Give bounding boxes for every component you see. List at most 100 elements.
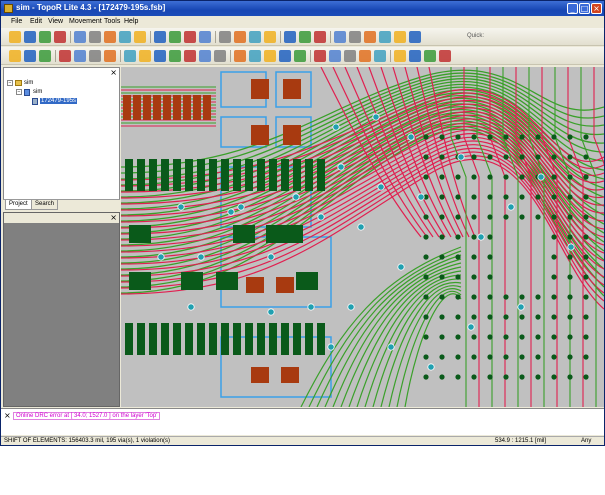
bga-pad xyxy=(519,154,525,160)
drc-icon[interactable] xyxy=(219,31,231,43)
tool10-icon[interactable] xyxy=(154,50,166,62)
tool11-icon[interactable] xyxy=(169,50,181,62)
bga-pad xyxy=(567,194,573,200)
search-icon[interactable] xyxy=(364,31,376,43)
view-icon[interactable] xyxy=(39,31,51,43)
maximize-button[interactable]: □ xyxy=(579,3,590,14)
minimize-button[interactable]: _ xyxy=(567,3,578,14)
tool6-icon[interactable] xyxy=(89,50,101,62)
grid-icon[interactable] xyxy=(374,50,386,62)
bga-pad xyxy=(487,174,493,180)
wire-icon[interactable] xyxy=(249,50,261,62)
tool1-icon[interactable] xyxy=(9,50,21,62)
bga-pad xyxy=(439,354,445,360)
bga-pad xyxy=(503,194,509,200)
tool9-icon[interactable] xyxy=(139,50,151,62)
via xyxy=(347,303,355,311)
bga-pad xyxy=(583,174,589,180)
prev-icon[interactable] xyxy=(89,31,101,43)
via-icon[interactable] xyxy=(264,50,276,62)
verify-icon[interactable] xyxy=(199,31,211,43)
bga-pad xyxy=(471,134,477,140)
move-icon[interactable] xyxy=(294,50,306,62)
via xyxy=(317,213,325,221)
snap-icon[interactable] xyxy=(394,50,406,62)
properties-panel-close-icon[interactable]: × xyxy=(110,213,117,222)
drc-message[interactable]: Online DRC error at [ 34.0; 1527.0 ] on … xyxy=(13,412,161,420)
tool2-icon[interactable] xyxy=(24,50,36,62)
menu-movement[interactable]: Movement xyxy=(69,18,102,25)
edit-toolbar xyxy=(1,47,604,65)
tool12-icon[interactable] xyxy=(184,50,196,62)
rotate-icon[interactable] xyxy=(314,50,326,62)
settings-icon[interactable] xyxy=(74,31,86,43)
pad-green xyxy=(125,323,133,355)
net-icon[interactable] xyxy=(439,50,451,62)
tree-file[interactable]: 172479-195s xyxy=(40,98,78,104)
arc-icon[interactable] xyxy=(249,31,261,43)
toolbar-separator xyxy=(70,31,71,43)
via xyxy=(307,303,315,311)
tool8-icon[interactable] xyxy=(124,50,136,62)
tool13-icon[interactable] xyxy=(199,50,211,62)
route-icon[interactable] xyxy=(279,50,291,62)
bga-pad xyxy=(423,154,429,160)
zoom-icon[interactable] xyxy=(349,31,361,43)
expand-icon[interactable]: − xyxy=(7,80,13,86)
layers-icon[interactable] xyxy=(104,31,116,43)
tool14-icon[interactable] xyxy=(214,50,226,62)
pcb-board-view[interactable] xyxy=(121,67,604,407)
bga-pad xyxy=(423,334,429,340)
menu-help[interactable]: Help xyxy=(124,18,138,25)
align-icon[interactable] xyxy=(344,50,356,62)
check2-icon[interactable] xyxy=(154,31,166,43)
menu-view[interactable]: View xyxy=(48,18,63,25)
tool7-icon[interactable] xyxy=(104,50,116,62)
play-icon[interactable] xyxy=(169,31,181,43)
expand-icon[interactable]: − xyxy=(16,89,22,95)
menu-file[interactable]: File xyxy=(11,18,22,25)
stop-icon[interactable] xyxy=(184,31,196,43)
tool4-icon[interactable] xyxy=(59,50,71,62)
save-icon[interactable] xyxy=(24,31,36,43)
help-icon[interactable] xyxy=(379,31,391,43)
pad-green xyxy=(197,159,205,191)
refresh-icon[interactable] xyxy=(299,31,311,43)
tool3-icon[interactable] xyxy=(39,50,51,62)
menu-tools[interactable]: Tools xyxy=(104,18,120,25)
bga-pad xyxy=(487,254,493,260)
project-panel-close-icon[interactable]: × xyxy=(110,68,117,77)
measure-icon[interactable] xyxy=(409,50,421,62)
check-icon[interactable] xyxy=(134,31,146,43)
bga-pad xyxy=(535,354,541,360)
copy-icon[interactable] xyxy=(314,31,326,43)
about-icon[interactable] xyxy=(394,31,406,43)
pad-green xyxy=(317,323,325,355)
tab-search[interactable]: Search xyxy=(31,200,59,210)
close-button[interactable]: × xyxy=(591,3,602,14)
component-icon[interactable] xyxy=(424,50,436,62)
open-icon[interactable] xyxy=(9,31,21,43)
bga-pad xyxy=(583,254,589,260)
color-icon[interactable] xyxy=(234,31,246,43)
square-icon[interactable] xyxy=(264,31,276,43)
pcb-canvas[interactable] xyxy=(121,67,604,407)
router-icon[interactable] xyxy=(119,31,131,43)
pad-green xyxy=(181,272,203,290)
paste-icon[interactable] xyxy=(334,31,346,43)
message-panel-close-icon[interactable]: × xyxy=(4,411,11,420)
mirror-icon[interactable] xyxy=(329,50,341,62)
via xyxy=(537,173,545,181)
bga-pad xyxy=(503,374,509,380)
layer-icon[interactable] xyxy=(359,50,371,62)
tree-child[interactable]: sim xyxy=(33,89,42,95)
pointer-icon[interactable] xyxy=(234,50,246,62)
export-icon[interactable] xyxy=(284,31,296,43)
tool5-icon[interactable] xyxy=(74,50,86,62)
window-icon[interactable] xyxy=(54,31,66,43)
menu-edit[interactable]: Edit xyxy=(30,18,42,25)
tree-root[interactable]: sim xyxy=(24,80,33,86)
title-bar[interactable]: sim - TopoR Lite 4.3 - [172479-195s.fsb]… xyxy=(1,1,604,16)
tab-project[interactable]: Project xyxy=(5,200,32,210)
info-icon[interactable] xyxy=(409,31,421,43)
